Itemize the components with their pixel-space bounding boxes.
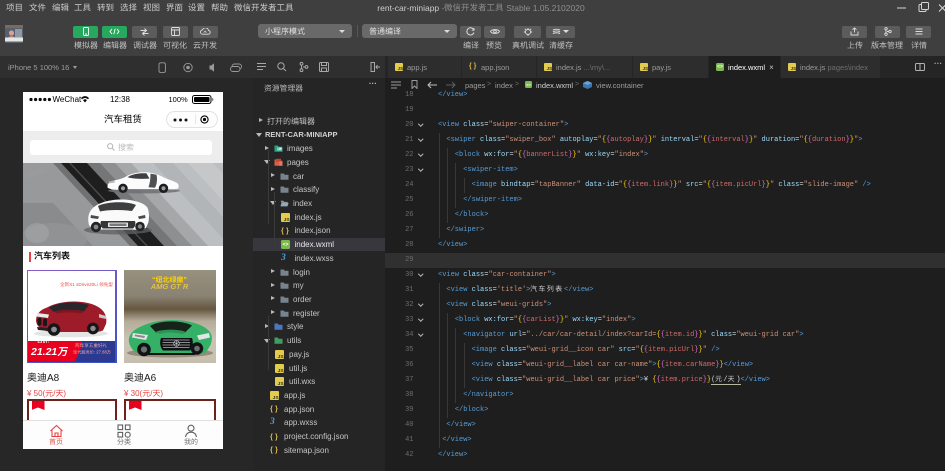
svg-text:.: .	[43, 347, 46, 358]
svg-text::: :	[94, 350, 95, 355]
svg-text:8: 8	[53, 373, 59, 383]
svg-text:/: /	[724, 376, 728, 383]
svg-text:3: 3	[130, 389, 135, 398]
svg-text:A: A	[46, 373, 53, 383]
svg-text:¥: ¥	[27, 389, 32, 398]
svg-text:万: 万	[107, 350, 111, 355]
svg-text:(: (	[42, 389, 45, 398]
svg-text:.: .	[101, 350, 102, 355]
svg-text:(: (	[139, 389, 142, 398]
svg-text:2: 2	[45, 347, 52, 358]
svg-text:/: /	[150, 389, 153, 398]
svg-text:1: 1	[37, 347, 43, 358]
svg-text:): )	[160, 389, 163, 398]
svg-text:¥: ¥	[124, 389, 129, 398]
svg-text:5: 5	[33, 389, 38, 398]
svg-text:1: 1	[51, 347, 57, 358]
svg-text:0: 0	[135, 389, 140, 398]
svg-text:): )	[63, 389, 66, 398]
svg-text:2: 2	[31, 347, 37, 358]
svg-text:A: A	[143, 373, 150, 383]
svg-text:/: /	[53, 389, 56, 398]
svg-text:6: 6	[150, 373, 156, 383]
svg-text:0: 0	[38, 389, 43, 398]
